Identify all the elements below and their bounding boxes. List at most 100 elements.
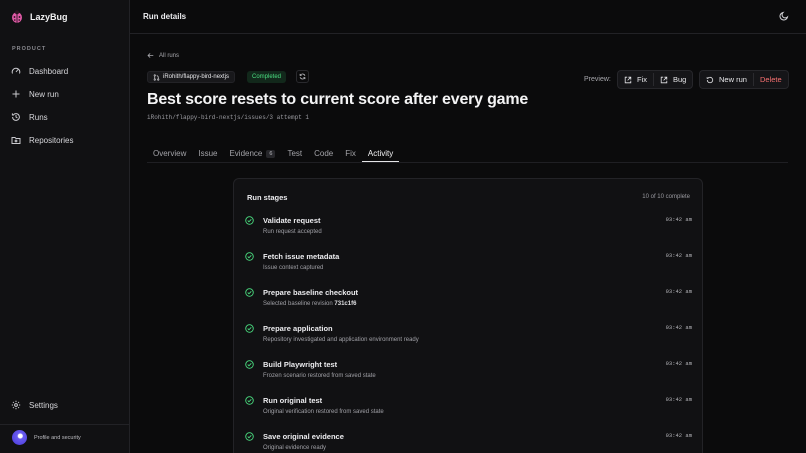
moon-icon[interactable] [779, 11, 789, 21]
arrow-left-icon [147, 53, 154, 58]
ladybug-logo-icon [12, 10, 22, 23]
evidence-count-badge: 6 [266, 149, 276, 158]
check-circle-icon [245, 432, 254, 441]
delete-button[interactable]: Delete [754, 71, 788, 88]
run-tabs: Overview Issue Evidence 6 Test Code Fix A… [147, 145, 400, 162]
plus-icon [12, 90, 20, 98]
sidebar-item-dashboard[interactable]: Dashboard [11, 64, 68, 78]
run-actions-group: New run Delete [699, 70, 789, 89]
check-circle-icon [245, 324, 254, 333]
tab-label: Activity [367, 148, 394, 158]
repo-chip[interactable]: iRohith/flappy-bird-nextjs [147, 71, 236, 83]
stage-time: 03:42 am [665, 252, 692, 259]
preview-button-group: Fix Bug [617, 70, 694, 89]
stage-item: Prepare baseline checkout Selected basel… [245, 287, 692, 317]
rotate-ccw-icon [706, 76, 714, 83]
gauge-icon [11, 67, 21, 74]
stage-name: Validate request [263, 216, 321, 225]
check-circle-icon [245, 360, 254, 369]
issue-path: iRohith/flappy-bird-nextjs/issues/3 atte… [147, 114, 310, 121]
tabs-divider [147, 162, 788, 163]
back-link-label: All runs [159, 52, 180, 59]
stage-name: Run original test [263, 396, 323, 405]
baseline-revision: 731c1f6 [334, 301, 357, 307]
repo-name: iRohith/flappy-bird-nextjs [163, 74, 230, 80]
sidebar-section-label: PRODUCT [12, 46, 47, 52]
tab-test[interactable]: Test [281, 145, 308, 162]
stage-name: Prepare application [263, 324, 333, 333]
stage-desc: Selected baseline revision 731c1f6 [263, 301, 356, 307]
tab-label: Overview [153, 149, 187, 158]
stage-item: Prepare application Repository investiga… [245, 323, 692, 353]
sidebar-item-settings[interactable]: Settings [11, 398, 58, 412]
refresh-button[interactable] [296, 70, 309, 83]
tab-fix[interactable]: Fix [339, 145, 362, 162]
tab-issue[interactable]: Issue [192, 145, 223, 162]
stage-item: Build Playwright test Frozen scenario re… [245, 359, 692, 389]
stage-desc: Original evidence ready [263, 445, 327, 451]
stage-time: 03:42 am [665, 360, 692, 367]
preview-label: Preview: [584, 76, 611, 83]
gear-icon [11, 400, 21, 410]
preview-bug-button[interactable]: Bug [654, 71, 692, 88]
tab-label: Issue [198, 149, 218, 158]
tab-overview[interactable]: Overview [147, 145, 192, 162]
external-link-icon [660, 76, 668, 83]
preview-fix-label: Fix [637, 75, 647, 84]
stage-time: 03:42 am [665, 396, 692, 403]
back-to-runs-link[interactable]: All runs [147, 52, 179, 59]
git-pull-request-icon [153, 73, 160, 81]
history-icon [11, 113, 20, 121]
stage-desc: Issue context captured [263, 265, 324, 271]
stage-time: 03:42 am [665, 432, 692, 439]
new-run-label: New run [719, 75, 747, 84]
folder-git-icon [11, 137, 21, 144]
tab-label: Evidence [229, 149, 263, 158]
sidebar-divider [0, 424, 130, 425]
stage-desc: Repository investigated and application … [263, 337, 419, 343]
brand[interactable]: LazyBug [11, 10, 68, 23]
check-circle-icon [245, 396, 254, 405]
sidebar-item-new-run[interactable]: New run [11, 87, 59, 101]
profile-label: Profile and security [34, 434, 81, 441]
stage-item: Validate request Run request accepted 03… [245, 215, 692, 245]
avatar [12, 430, 27, 445]
tab-label: Code [314, 149, 334, 158]
tab-activity[interactable]: Activity [361, 145, 400, 162]
stage-time: 03:42 am [665, 216, 692, 223]
new-run-button[interactable]: New run [700, 71, 753, 88]
tab-evidence[interactable]: Evidence 6 [223, 145, 281, 162]
sidebar-item-runs[interactable]: Runs [11, 110, 48, 124]
run-stages-card: Run stages 10 of 10 complete Validate re… [233, 178, 703, 453]
tab-code[interactable]: Code [308, 145, 339, 162]
stage-item: Run original test Original verification … [245, 395, 692, 425]
stage-name: Build Playwright test [263, 360, 338, 369]
stage-desc: Original verification restored from save… [263, 409, 384, 415]
sidebar-item-repositories[interactable]: Repositories [11, 133, 73, 147]
refresh-icon [299, 73, 306, 80]
run-stages-count: 10 of 10 complete [642, 194, 690, 200]
sidebar-item-label: Settings [29, 400, 58, 410]
stage-desc-text: Selected baseline revision [263, 301, 333, 307]
delete-label: Delete [759, 75, 782, 84]
stage-time: 03:42 am [665, 288, 692, 295]
topbar: Run details [130, 0, 806, 34]
tab-label: Fix [345, 149, 356, 158]
stage-desc: Run request accepted [263, 229, 322, 235]
stage-name: Fetch issue metadata [263, 252, 340, 261]
stage-time: 03:42 am [665, 324, 692, 331]
check-circle-icon [245, 288, 254, 297]
profile-button[interactable]: Profile and security [12, 430, 81, 445]
preview-fix-button[interactable]: Fix [618, 71, 653, 88]
external-link-icon [624, 76, 632, 83]
check-circle-icon [245, 252, 254, 261]
page-header-title: Run details [143, 12, 187, 21]
stage-name: Prepare baseline checkout [263, 288, 359, 297]
run-stages-title: Run stages [247, 193, 288, 202]
tab-label: Test [287, 149, 303, 158]
stage-name: Save original evidence [263, 432, 344, 441]
brand-name: LazyBug [30, 11, 68, 22]
stage-item: Save original evidence Original evidence… [245, 431, 692, 453]
preview-bug-label: Bug [673, 75, 687, 84]
sidebar-item-label: New run [29, 89, 59, 99]
